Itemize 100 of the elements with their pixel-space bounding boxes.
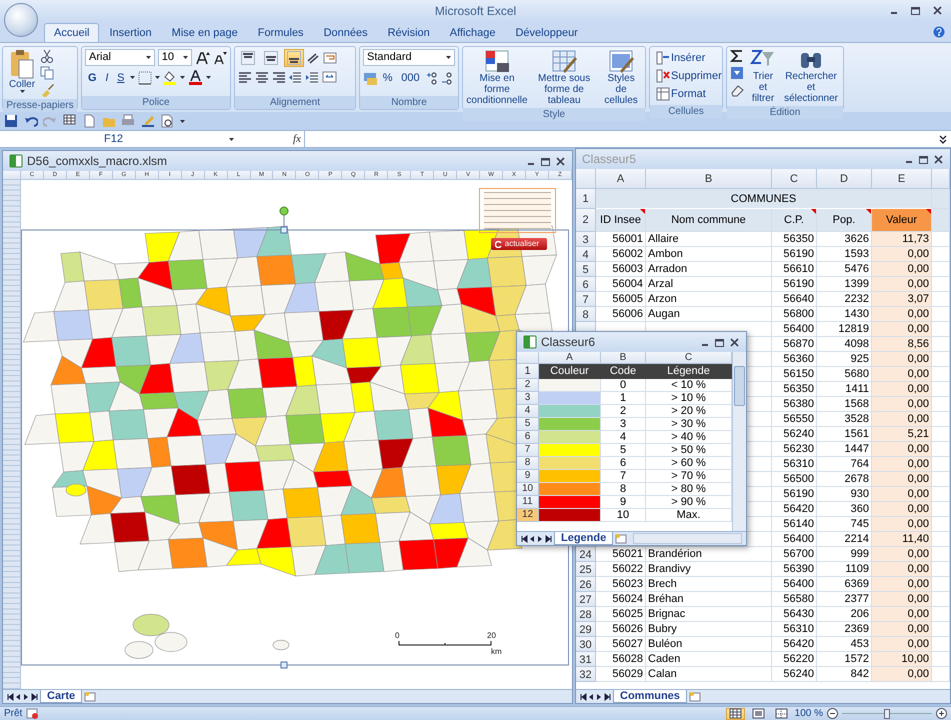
sheet-tab[interactable]: Communes xyxy=(613,690,687,703)
row-header[interactable]: 2 xyxy=(576,209,596,232)
borders-icon[interactable] xyxy=(138,70,152,85)
row-header[interactable]: 32 xyxy=(576,667,596,682)
macro-record-icon[interactable] xyxy=(26,708,38,719)
ribbon-tab[interactable]: Développeur xyxy=(505,23,588,42)
row-header[interactable]: 11 xyxy=(517,496,539,509)
row-header[interactable]: 4 xyxy=(576,247,596,262)
column-header[interactable]: B xyxy=(601,352,646,364)
row-header[interactable]: 28 xyxy=(576,607,596,622)
font-size-field[interactable]: 10 xyxy=(158,49,192,66)
cells-button[interactable]: Supprimer xyxy=(653,67,725,85)
cells-button[interactable]: Format xyxy=(653,85,725,103)
undo-icon[interactable] xyxy=(24,114,38,128)
bold-button[interactable]: G xyxy=(85,68,100,87)
row-header[interactable]: 8 xyxy=(517,457,539,470)
help-icon[interactable] xyxy=(933,26,945,38)
row-header[interactable]: 24 xyxy=(576,547,596,562)
caret-icon[interactable] xyxy=(146,56,151,59)
ribbon-button[interactable]: Trier et filtrer xyxy=(746,49,780,104)
sheet-tab[interactable]: Legende xyxy=(554,532,614,545)
row-header[interactable]: 25 xyxy=(576,562,596,577)
ribbon-tab[interactable]: Insertion xyxy=(99,23,162,42)
caret-icon[interactable] xyxy=(229,138,234,140)
sheet-nav-icon[interactable] xyxy=(521,534,552,542)
align-right-icon[interactable] xyxy=(272,70,286,84)
pencil-icon[interactable] xyxy=(140,114,154,128)
new-sheet-icon[interactable] xyxy=(615,533,628,544)
row-header[interactable]: 6 xyxy=(517,431,539,444)
sum-icon[interactable] xyxy=(730,49,744,63)
column-header[interactable]: C xyxy=(772,169,817,189)
new-sheet-icon[interactable] xyxy=(688,691,701,702)
row-header[interactable]: 7 xyxy=(576,292,596,307)
ribbon-tab[interactable]: Mise en page xyxy=(162,23,248,42)
row-header[interactable]: 12 xyxy=(517,509,539,522)
save-icon[interactable] xyxy=(4,114,18,128)
underline-button[interactable]: S xyxy=(114,68,128,87)
row-header[interactable]: 3 xyxy=(517,392,539,405)
expand-icon[interactable] xyxy=(938,134,948,144)
name-box[interactable]: F12 xyxy=(0,130,238,148)
ribbon-button[interactable]: Styles de cellules xyxy=(600,49,642,106)
column-header[interactable]: D xyxy=(817,169,872,189)
row-header[interactable]: 10 xyxy=(517,483,539,496)
ribbon-button[interactable]: Mettre sous forme de tableau xyxy=(530,49,598,106)
row-header[interactable]: 9 xyxy=(517,470,539,483)
vertical-scrollbar[interactable] xyxy=(732,352,746,531)
ribbon-button[interactable]: Rechercher et sélectionner xyxy=(782,49,840,104)
orientation-icon[interactable] xyxy=(306,51,320,65)
sheet-nav-icon[interactable] xyxy=(580,692,611,700)
caret-icon[interactable] xyxy=(206,76,211,80)
column-header[interactable]: A xyxy=(596,169,646,189)
column-header[interactable]: C xyxy=(646,352,732,364)
merge-icon[interactable] xyxy=(322,70,337,84)
ribbon-tab[interactable]: Données xyxy=(314,23,378,42)
cells-button[interactable]: Insérer xyxy=(653,49,725,67)
sheet-tab[interactable]: Carte xyxy=(40,690,82,703)
close-icon[interactable] xyxy=(555,156,566,166)
scissors-icon[interactable] xyxy=(40,49,54,63)
zoom-in-icon[interactable] xyxy=(936,708,947,719)
align-center-icon[interactable] xyxy=(254,70,269,84)
maximize-icon[interactable] xyxy=(540,156,551,166)
grow-font-icon[interactable] xyxy=(194,50,210,64)
row-header[interactable]: 5 xyxy=(576,262,596,277)
row-header[interactable]: 2 xyxy=(517,379,539,392)
column-header[interactable]: B xyxy=(646,169,772,189)
refresh-button[interactable]: actualiser xyxy=(491,238,547,250)
column-header[interactable]: E xyxy=(872,169,932,189)
row-header[interactable]: 31 xyxy=(576,652,596,667)
ribbon-tab[interactable]: Révision xyxy=(378,23,440,42)
fill-down-icon[interactable] xyxy=(730,66,744,80)
close-icon[interactable] xyxy=(933,154,944,164)
copy-icon[interactable] xyxy=(40,66,54,80)
caret-icon[interactable] xyxy=(20,90,24,93)
row-header[interactable]: 1 xyxy=(576,189,596,209)
caret-icon[interactable] xyxy=(182,56,188,59)
number-format-field[interactable]: Standard xyxy=(363,49,455,66)
horizontal-scrollbar[interactable] xyxy=(633,533,742,544)
increase-indent-icon[interactable] xyxy=(305,70,319,84)
new-sheet-icon[interactable] xyxy=(84,691,96,702)
percent-button[interactable]: % xyxy=(380,68,396,87)
row-header[interactable]: 7 xyxy=(517,444,539,457)
ribbon-tab[interactable]: Affichage xyxy=(440,23,506,42)
increase-decimal-icon[interactable] xyxy=(425,70,438,85)
function-button[interactable]: fx xyxy=(290,130,304,148)
thousands-button[interactable]: 000 xyxy=(398,68,423,87)
caret-icon[interactable] xyxy=(130,76,136,80)
ribbon-button[interactable]: Mise en forme conditionnelle xyxy=(466,49,528,106)
align-left-icon[interactable] xyxy=(238,70,252,84)
italic-button[interactable]: I xyxy=(102,68,112,87)
wrap-text-icon[interactable] xyxy=(323,51,337,65)
office-button[interactable] xyxy=(4,3,38,37)
column-header[interactable]: A xyxy=(539,352,601,364)
shrink-font-icon[interactable] xyxy=(212,50,228,64)
row-header[interactable]: 29 xyxy=(576,622,596,637)
close-icon[interactable] xyxy=(932,5,943,16)
row-header[interactable]: 5 xyxy=(517,418,539,431)
brush-icon[interactable] xyxy=(40,82,54,96)
slider-thumb[interactable] xyxy=(884,708,890,718)
ribbon-tab[interactable]: Formules xyxy=(248,23,314,42)
close-icon[interactable] xyxy=(729,336,740,348)
